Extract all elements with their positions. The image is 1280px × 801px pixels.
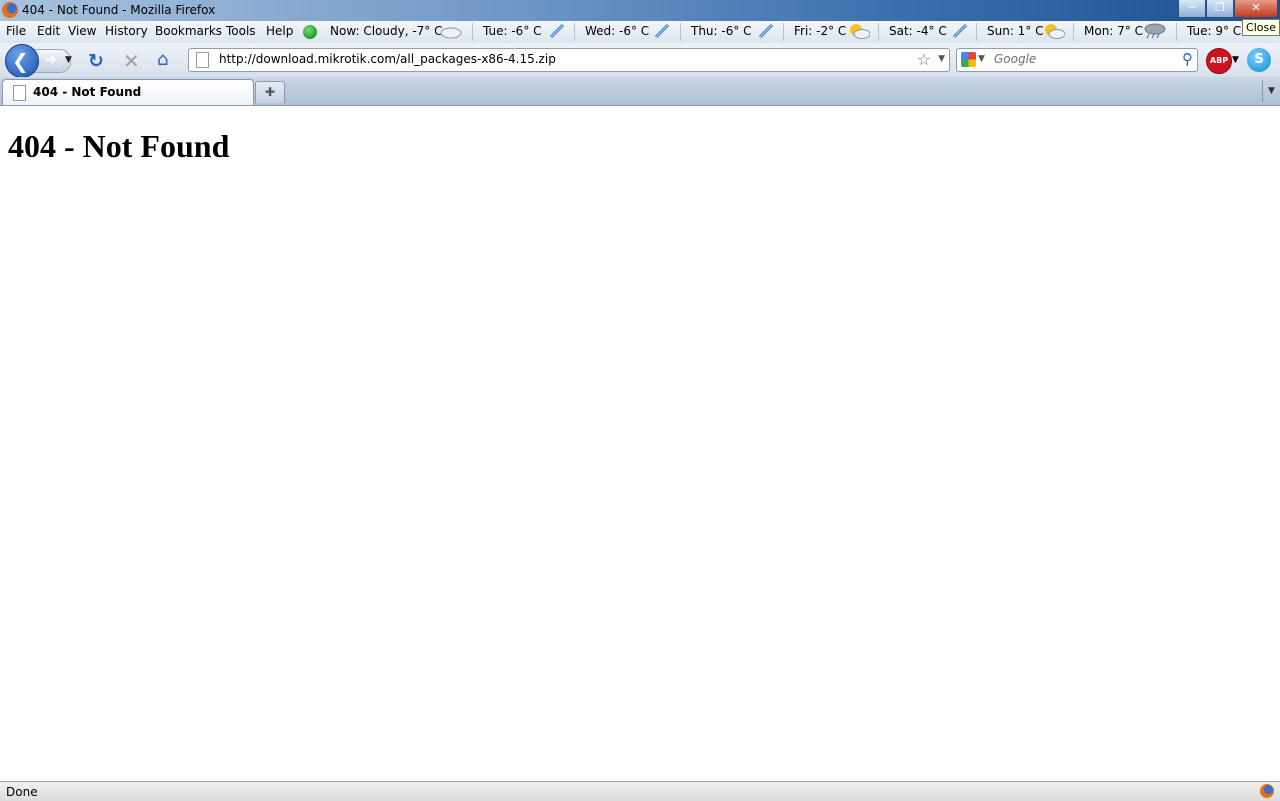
menu-help[interactable]: Help xyxy=(266,24,293,38)
close-button[interactable]: ✕ xyxy=(1234,0,1278,18)
weather-sun[interactable]: Sun: 1° C xyxy=(987,24,1044,38)
page-icon xyxy=(13,85,26,101)
weather-sat[interactable]: Sat: -4° C xyxy=(889,24,947,38)
navigation-toolbar: ➜ ❮ ▼ ↻ ✕ ⌂ http://download.mikrotik.com… xyxy=(0,43,1280,78)
weather-fri[interactable]: Fri: -2° C xyxy=(794,24,846,38)
weather-thu[interactable]: Thu: -6° C xyxy=(691,24,752,38)
page-icon xyxy=(196,52,209,68)
cloud-icon xyxy=(440,27,462,39)
adblock-dropdown-icon[interactable]: ▼ xyxy=(1232,55,1239,65)
weather-separator xyxy=(878,23,879,41)
snow-icon xyxy=(952,23,968,39)
snow-icon xyxy=(654,23,670,39)
firefox-logo-icon xyxy=(2,2,18,18)
partly-sunny-icon xyxy=(850,24,870,39)
menu-bookmarks[interactable]: Bookmarks xyxy=(155,24,222,38)
menu-file[interactable]: File xyxy=(6,24,26,38)
tab-404-not-found[interactable]: 404 - Not Found xyxy=(2,79,254,105)
menu-tools[interactable]: Tools xyxy=(226,24,256,38)
weather-tue-1[interactable]: Tue: -6° C xyxy=(483,24,542,38)
weather-separator xyxy=(472,23,473,41)
firefox-status-icon[interactable] xyxy=(1260,784,1274,798)
back-button[interactable]: ❮ xyxy=(5,44,39,78)
tab-list-dropdown-icon[interactable]: ▼ xyxy=(1262,80,1280,102)
skype-icon[interactable]: S xyxy=(1247,48,1271,72)
weather-separator xyxy=(680,23,681,41)
weather-separator xyxy=(976,23,977,41)
menu-edit[interactable]: Edit xyxy=(37,24,60,38)
weather-separator xyxy=(1176,23,1177,41)
status-text: Done xyxy=(6,785,38,799)
search-engine-dropdown-icon[interactable]: ▼ xyxy=(978,54,985,64)
address-bar[interactable]: http://download.mikrotik.com/all_package… xyxy=(188,48,950,72)
maximize-button[interactable]: ❐ xyxy=(1206,0,1234,18)
status-bar: Done xyxy=(0,781,1280,801)
weather-separator xyxy=(783,23,784,41)
weather-mon[interactable]: Mon: 7° C xyxy=(1084,24,1143,38)
weather-wed[interactable]: Wed: -6° C xyxy=(585,24,649,38)
back-arrow-icon: ❮ xyxy=(12,49,29,73)
home-icon[interactable]: ⌂ xyxy=(157,49,168,70)
google-engine-icon[interactable] xyxy=(961,52,976,67)
window-controls: ─ ❐ ✕ xyxy=(1178,0,1278,18)
page-content: 404 - Not Found xyxy=(0,106,1280,781)
title-bar: 404 - Not Found - Mozilla Firefox ─ ❐ ✕ xyxy=(0,0,1280,21)
window-title: 404 - Not Found - Mozilla Firefox xyxy=(22,3,216,17)
snow-icon xyxy=(549,23,565,39)
reload-icon[interactable]: ↻ xyxy=(88,50,104,72)
stop-icon[interactable]: ✕ xyxy=(123,49,140,73)
weather-tue-2[interactable]: Tue: 9° C xyxy=(1187,24,1241,38)
close-tooltip: Close xyxy=(1242,19,1280,36)
page-heading: 404 - Not Found xyxy=(8,128,230,164)
weather-now[interactable]: Now: Cloudy, -7° C xyxy=(330,24,443,38)
rain-icon xyxy=(1144,23,1166,39)
url-dropdown-icon[interactable]: ▼ xyxy=(938,54,945,64)
history-dropdown-icon[interactable]: ▼ xyxy=(65,55,72,65)
partly-sunny-icon xyxy=(1045,24,1065,39)
adblock-plus-icon[interactable]: ABP xyxy=(1206,48,1232,74)
menu-bar: File Edit View History Bookmarks Tools H… xyxy=(0,21,1280,43)
url-text[interactable]: http://download.mikrotik.com/all_package… xyxy=(219,52,556,66)
search-icon[interactable]: ⚲ xyxy=(1182,50,1193,68)
search-input[interactable]: Google xyxy=(994,52,1036,66)
weather-separator xyxy=(1073,23,1074,41)
search-bar[interactable]: ▼ Google ⚲ xyxy=(956,48,1198,72)
forward-arrow-icon: ➜ xyxy=(45,52,57,68)
weather-separator xyxy=(574,23,575,41)
tab-label: 404 - Not Found xyxy=(33,85,142,99)
snow-icon xyxy=(758,23,774,39)
menu-history[interactable]: History xyxy=(105,24,148,38)
new-tab-button[interactable]: ✚ xyxy=(255,81,285,103)
bookmark-star-icon[interactable]: ☆ xyxy=(917,50,931,69)
minimize-button[interactable]: ─ xyxy=(1178,0,1206,18)
menu-view[interactable]: View xyxy=(68,24,96,38)
tab-bar: 404 - Not Found ✚ ▼ xyxy=(0,77,1280,106)
weather-status-icon[interactable] xyxy=(303,25,317,39)
